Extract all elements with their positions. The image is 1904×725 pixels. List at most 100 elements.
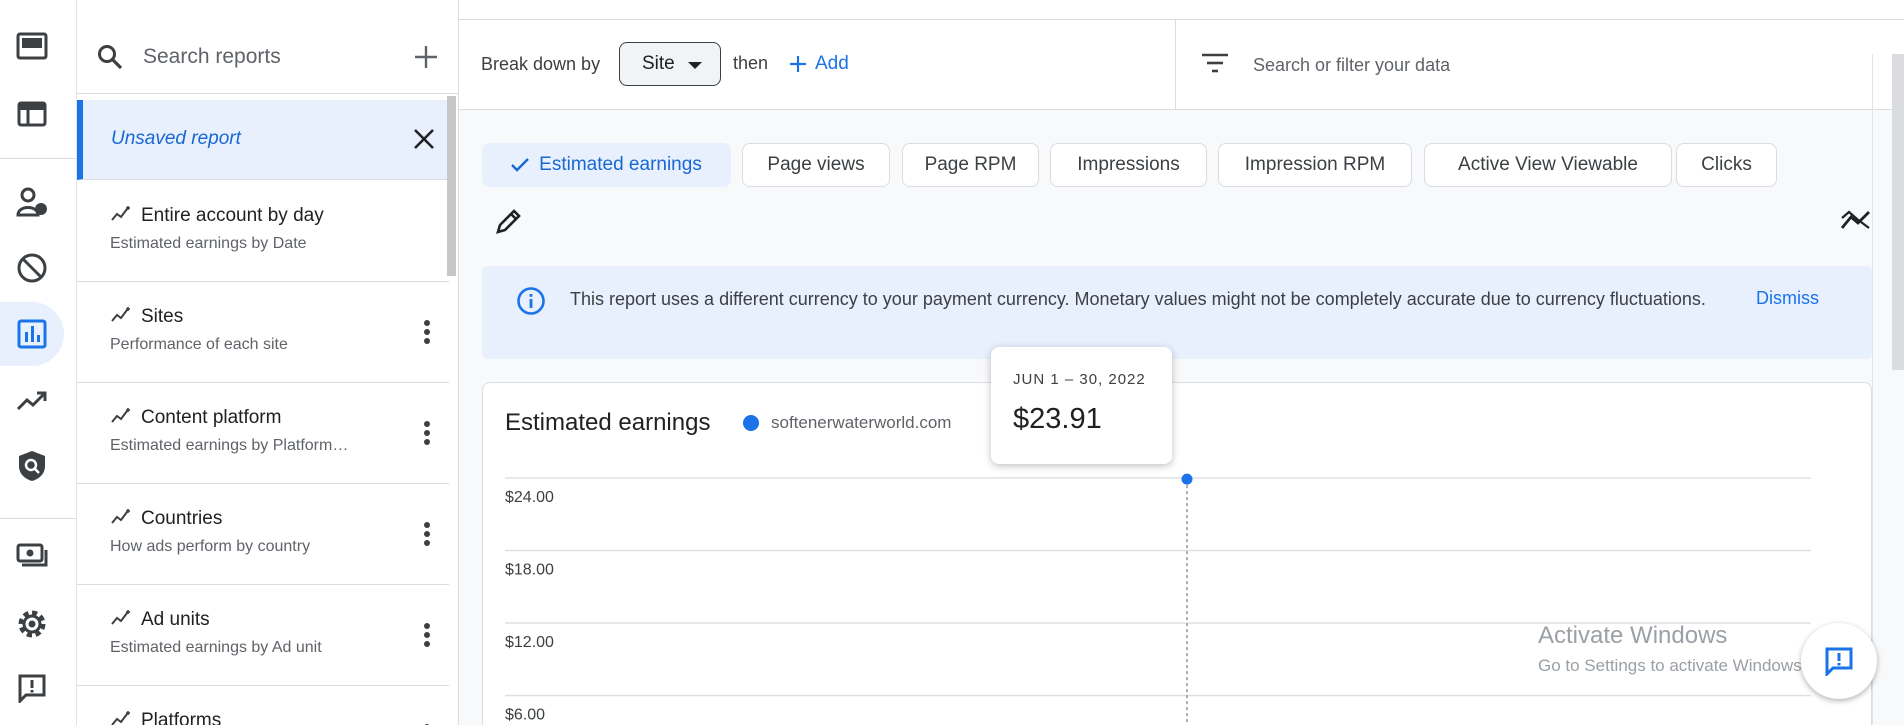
report-item-title: Sites [141, 306, 184, 327]
report-item-platforms[interactable]: Platforms [77, 686, 449, 725]
tooltip-value: $23.91 [1013, 403, 1102, 435]
currency-info-banner: This report uses a different currency to… [482, 266, 1872, 359]
block-icon [17, 253, 47, 283]
report-item-sites[interactable]: Sites Performance of each site [77, 282, 449, 383]
main-scrollbar[interactable] [1892, 54, 1904, 370]
edit-pencil-icon[interactable] [494, 206, 524, 236]
nav-rail [0, 0, 77, 725]
data-point[interactable] [1181, 473, 1193, 485]
policy-icon [19, 451, 45, 481]
more-vert-icon[interactable] [423, 320, 431, 344]
feedback-fab[interactable] [1801, 623, 1877, 699]
spark-icon [111, 711, 130, 725]
search-reports-input[interactable] [143, 38, 383, 76]
metric-chip-label: Impression RPM [1244, 154, 1386, 175]
y-tick-label: $24.00 [505, 489, 554, 506]
dismiss-button[interactable]: Dismiss [1756, 288, 1819, 309]
y-tick-label: $18.00 [505, 562, 554, 579]
nav-feedback[interactable] [0, 656, 64, 720]
banner-message: This report uses a different currency to… [570, 289, 1706, 309]
dropdown-caret-icon [688, 62, 702, 69]
overview-icon [16, 32, 48, 60]
payments-icon [16, 543, 48, 567]
add-report-icon[interactable] [413, 44, 439, 70]
check-icon [511, 158, 530, 172]
trending-icon [16, 391, 47, 411]
more-vert-icon[interactable] [423, 522, 431, 546]
info-icon [517, 287, 545, 315]
watermark-title: Activate Windows [1538, 622, 1728, 649]
metric-chip-page-views[interactable]: Page views [742, 143, 890, 187]
metric-chip-label: Active View Viewable [1458, 154, 1638, 175]
nav-overview[interactable] [0, 14, 64, 78]
more-vert-icon[interactable] [423, 421, 431, 445]
watermark-subtitle: Go to Settings to activate Windows. [1538, 656, 1807, 675]
toolbar-divider [1175, 20, 1176, 110]
close-icon[interactable] [413, 128, 435, 150]
report-list-scrollbar[interactable] [447, 96, 456, 276]
nav-reports[interactable] [0, 302, 64, 366]
report-item-subtitle: Estimated earnings by Platform… [110, 437, 349, 454]
filter-icon [1202, 53, 1228, 73]
metric-chip-label: Page RPM [924, 154, 1017, 175]
plus-icon [790, 56, 806, 72]
report-item-countries[interactable]: Countries How ads perform by country [77, 484, 449, 585]
metric-chip-estimated-earnings[interactable]: Estimated earnings [482, 143, 731, 187]
report-item-subtitle: How ads perform by country [110, 538, 311, 555]
tooltip-date: JUN 1 – 30, 2022 [1013, 371, 1146, 388]
breakdown-selected-value: Site [642, 53, 675, 74]
unsaved-report-item[interactable]: Unsaved report [77, 100, 449, 180]
filter-data-input[interactable] [1253, 48, 1773, 82]
metric-chip-impressions[interactable]: Impressions [1050, 143, 1207, 187]
report-item-subtitle: Performance of each site [110, 336, 288, 353]
report-item-subtitle: Estimated earnings by Date [110, 235, 307, 252]
nav-blocking[interactable] [0, 236, 64, 300]
metric-chip-impression-rpm[interactable]: Impression RPM [1218, 143, 1412, 187]
report-item-title: Platforms [141, 710, 222, 725]
feedback-icon [1825, 647, 1853, 676]
metric-chip-clicks[interactable]: Clicks [1676, 143, 1777, 187]
then-label: then [733, 53, 769, 73]
chart-toggle-icon[interactable] [1840, 208, 1872, 232]
spark-icon [111, 307, 130, 322]
metric-chip-label: Clicks [1701, 154, 1752, 175]
nav-settings[interactable] [0, 592, 64, 656]
search-icon [98, 45, 123, 70]
report-search-row [77, 20, 459, 94]
report-item-title: Content platform [141, 407, 282, 428]
spark-icon [111, 206, 130, 221]
chart-tooltip: JUN 1 – 30, 2022 $23.91 [991, 347, 1172, 464]
add-dimension-label: Add [815, 53, 849, 74]
breakdown-bar: Break down by Site then Add [459, 20, 1904, 110]
report-item-entire-account[interactable]: Entire account by day Estimated earnings… [77, 181, 449, 282]
report-item-subtitle: Estimated earnings by Ad unit [110, 639, 322, 656]
report-item-title: Countries [141, 508, 223, 529]
nav-policy[interactable] [0, 434, 64, 498]
top-strip [459, 0, 1904, 20]
nav-account[interactable] [0, 170, 64, 234]
spark-icon [111, 509, 130, 524]
y-tick-label: $6.00 [505, 707, 545, 724]
report-item-ad-units[interactable]: Ad units Estimated earnings by Ad unit [77, 585, 449, 686]
metric-chip-active-view-viewable[interactable]: Active View Viewable [1424, 143, 1672, 187]
add-dimension-button[interactable]: Add [789, 48, 849, 80]
report-item-title: Entire account by day [141, 205, 324, 226]
nav-layout[interactable] [0, 82, 64, 146]
more-vert-icon[interactable] [423, 623, 431, 647]
reports-icon [17, 319, 47, 349]
nav-optimization[interactable] [0, 368, 64, 432]
metric-chip-page-rpm[interactable]: Page RPM [902, 143, 1039, 187]
metric-chip-label: Page views [767, 154, 865, 175]
account-icon [16, 187, 47, 217]
y-tick-label: $12.00 [505, 634, 554, 651]
breakdown-select[interactable]: Site [619, 42, 721, 86]
report-list-panel: Unsaved report Entire account by day Est… [77, 0, 459, 725]
activate-windows-watermark: Activate Windows Go to Settings to activ… [1538, 622, 1806, 676]
feedback-icon [18, 674, 46, 703]
layout-icon [17, 101, 47, 127]
nav-payments[interactable] [0, 524, 64, 588]
report-item-content-platform[interactable]: Content platform Estimated earnings by P… [77, 383, 449, 484]
spark-icon [111, 408, 130, 423]
metric-chip-label: Estimated earnings [539, 154, 702, 175]
breakdown-label: Break down by [481, 54, 601, 74]
